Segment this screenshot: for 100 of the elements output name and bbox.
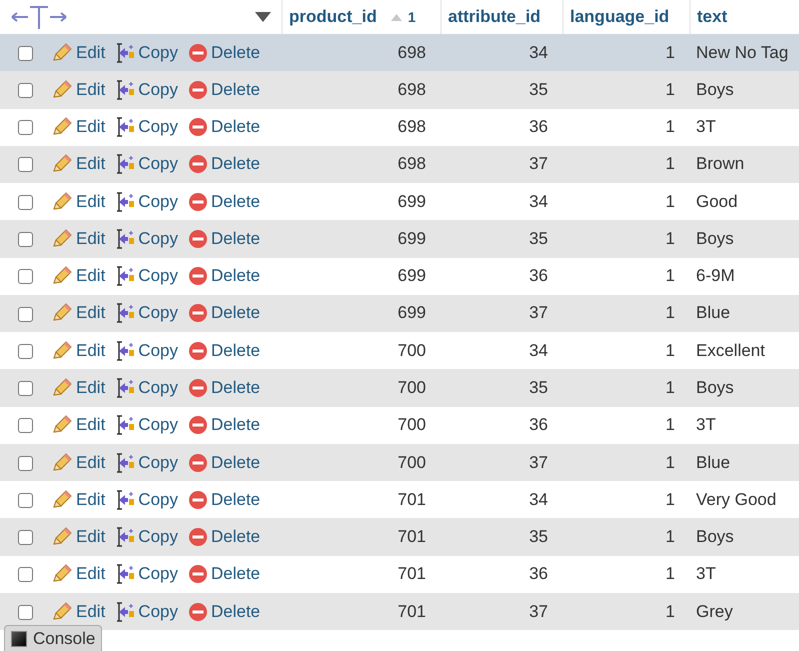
row-checkbox[interactable] (18, 381, 33, 396)
row-checkbox[interactable] (18, 344, 33, 359)
edit-link[interactable]: Edit (51, 602, 106, 622)
pencil-icon (51, 415, 73, 436)
column-header[interactable]: attribute_id (448, 7, 541, 26)
delete-link[interactable]: Delete (188, 602, 260, 622)
edit-link[interactable]: Edit (51, 80, 106, 100)
table-cell: 35 (529, 378, 548, 398)
table-cell: 1 (666, 117, 675, 136)
edit-link[interactable]: Edit (51, 266, 106, 286)
edit-link[interactable]: Edit (51, 452, 106, 473)
delete-link[interactable]: Delete (188, 452, 260, 473)
delete-link[interactable]: Delete (188, 490, 260, 510)
table-cell: 36 (529, 266, 548, 286)
delete-link[interactable]: Delete (188, 228, 260, 249)
dropdown-caret-icon[interactable] (255, 12, 271, 22)
copy-link[interactable]: Copy (115, 526, 178, 548)
column-header[interactable]: language_id (570, 7, 670, 26)
row-checkbox[interactable] (18, 492, 33, 508)
row-checkbox[interactable] (18, 194, 33, 210)
delete-link[interactable]: Delete (188, 340, 260, 361)
delete-link[interactable]: Delete (188, 527, 260, 548)
table-cell: Very Good (696, 490, 776, 509)
table-cell: 699 (398, 192, 426, 211)
delete-link[interactable]: Delete (188, 303, 260, 324)
delete-link[interactable]: Delete (188, 192, 260, 212)
copy-link[interactable]: Copy (115, 78, 178, 101)
table-cell: 1 (666, 564, 675, 584)
delete-icon (188, 192, 208, 212)
edit-link[interactable]: Edit (51, 228, 106, 249)
column-resize-icon[interactable] (10, 3, 68, 31)
table-cell: 699 (398, 266, 426, 286)
delete-link[interactable]: Delete (188, 117, 260, 138)
table-cell: 700 (398, 378, 426, 398)
copy-row-icon (115, 42, 136, 64)
delete-link[interactable]: Delete (188, 378, 260, 398)
copy-link[interactable]: Copy (115, 340, 178, 362)
copy-link[interactable]: Copy (115, 265, 178, 288)
table-cell: 701 (398, 527, 426, 546)
pencil-icon (51, 42, 73, 63)
edit-link[interactable]: Edit (51, 527, 106, 548)
copy-link[interactable]: Copy (115, 377, 178, 400)
row-checkbox[interactable] (18, 120, 33, 136)
row-checkbox[interactable] (18, 418, 33, 434)
table-cell: 3T (696, 564, 716, 584)
table-cell: 36 (529, 564, 548, 584)
edit-link[interactable]: Edit (51, 192, 106, 212)
row-checkbox[interactable] (18, 530, 33, 546)
copy-link[interactable]: Copy (115, 116, 178, 138)
delete-link[interactable]: Delete (188, 154, 260, 174)
delete-link[interactable]: Delete (188, 80, 260, 100)
table-cell: 36 (529, 117, 548, 136)
console-button[interactable]: Console (4, 625, 102, 651)
delete-icon (188, 564, 208, 584)
column-header[interactable]: text (697, 7, 728, 26)
copy-link[interactable]: Copy (115, 600, 178, 623)
copy-link[interactable]: Copy (115, 488, 178, 511)
copy-link[interactable]: Copy (115, 228, 178, 250)
row-checkbox[interactable] (18, 604, 33, 620)
row-checkbox[interactable] (18, 157, 33, 172)
delete-icon (188, 80, 208, 100)
copy-link[interactable]: Copy (115, 452, 178, 474)
column-header[interactable]: product_id (289, 7, 377, 26)
table-cell: 1 (666, 266, 675, 286)
delete-link[interactable]: Delete (188, 42, 260, 63)
table-cell: Good (696, 192, 738, 211)
delete-icon (188, 490, 208, 510)
edit-link[interactable]: Edit (51, 490, 106, 510)
delete-link[interactable]: Delete (188, 564, 260, 584)
edit-link[interactable]: Edit (51, 378, 106, 398)
sort-order: 1 (408, 9, 416, 25)
copy-link[interactable]: Copy (115, 42, 178, 64)
copy-link[interactable]: Copy (115, 302, 178, 324)
row-checkbox[interactable] (18, 269, 33, 284)
delete-link[interactable]: Delete (188, 266, 260, 286)
copy-row-icon (115, 377, 136, 400)
edit-link[interactable]: Edit (51, 303, 106, 324)
copy-link[interactable]: Copy (115, 190, 178, 213)
table-cell: 1 (666, 228, 675, 248)
edit-link[interactable]: Edit (51, 415, 106, 436)
edit-link[interactable]: Edit (51, 117, 106, 138)
copy-link[interactable]: Copy (115, 414, 178, 436)
row-checkbox[interactable] (18, 567, 33, 582)
edit-link[interactable]: Edit (51, 564, 106, 584)
edit-link[interactable]: Edit (51, 340, 106, 361)
pencil-icon (51, 564, 73, 584)
pencil-icon (51, 340, 73, 361)
row-checkbox[interactable] (18, 232, 33, 247)
copy-link[interactable]: Copy (115, 153, 178, 176)
row-checkbox[interactable] (18, 456, 33, 471)
table-cell: 3T (696, 117, 716, 136)
edit-link[interactable]: Edit (51, 42, 106, 63)
table-cell: 34 (529, 490, 548, 509)
row-checkbox[interactable] (18, 306, 33, 322)
copy-link[interactable]: Copy (115, 563, 178, 586)
delete-link[interactable]: Delete (188, 415, 260, 436)
row-checkbox[interactable] (18, 46, 33, 61)
edit-link[interactable]: Edit (51, 154, 106, 174)
copy-row-icon (115, 116, 136, 138)
row-checkbox[interactable] (18, 82, 33, 98)
